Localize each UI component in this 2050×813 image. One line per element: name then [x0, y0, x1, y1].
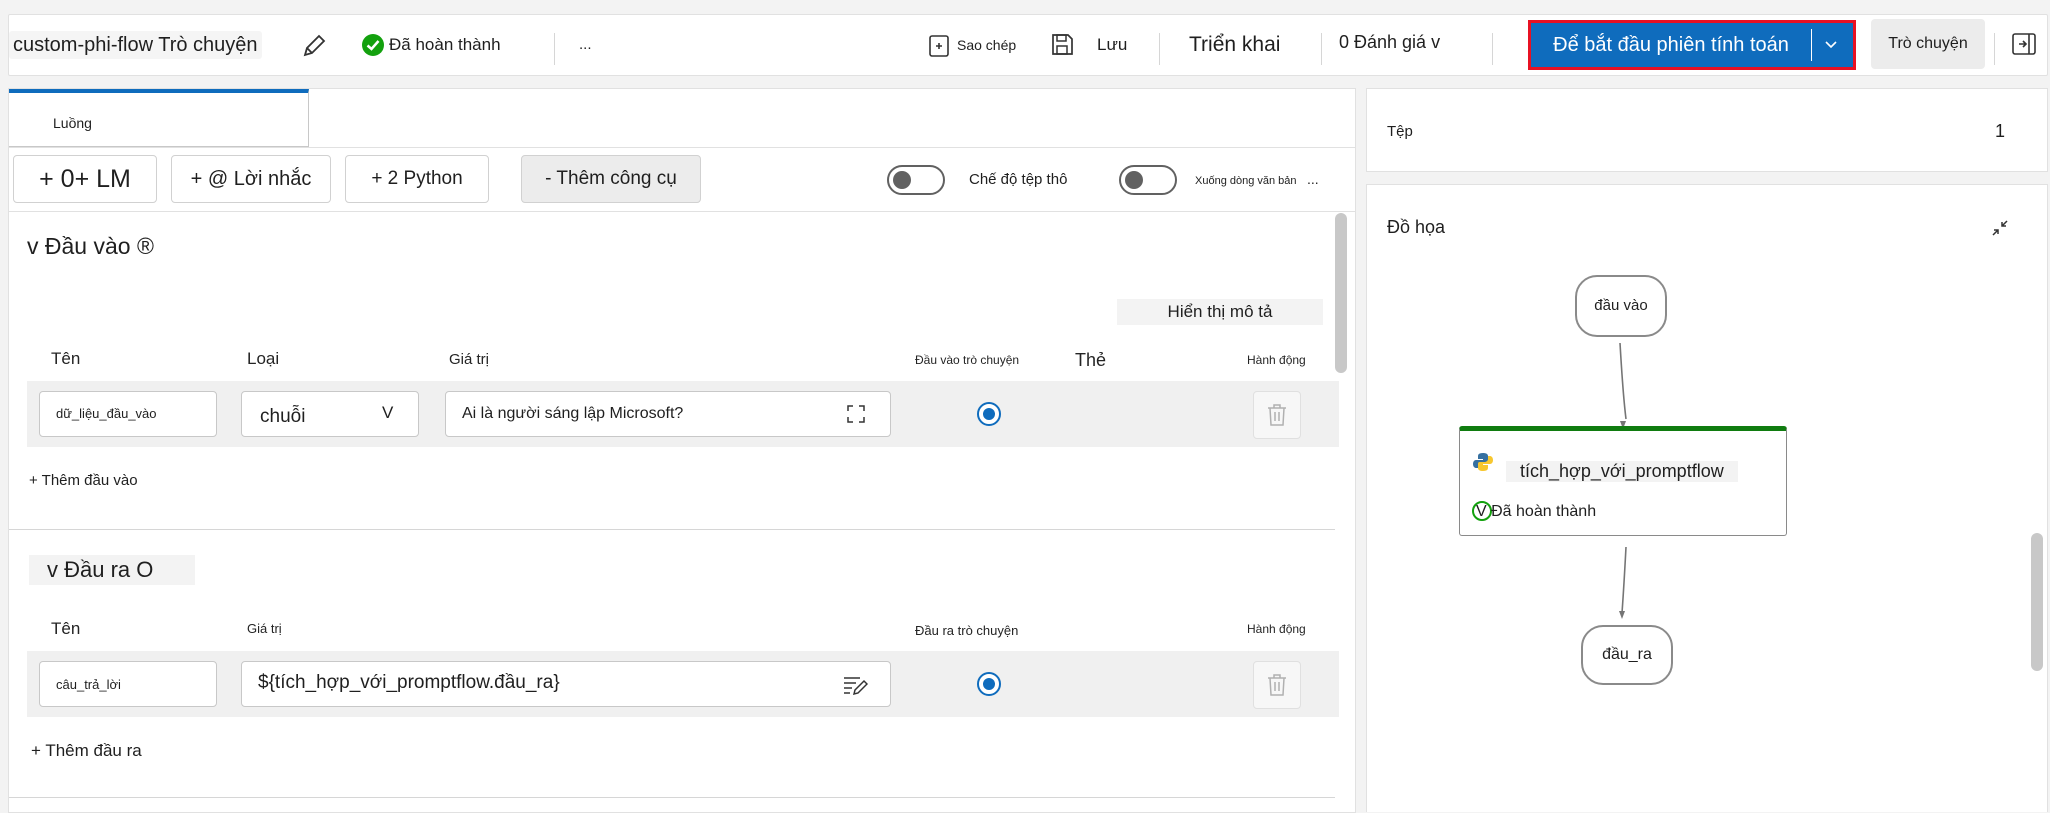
divider — [9, 797, 1335, 798]
clone-button[interactable]: Sao chép — [957, 15, 1016, 75]
files-panel: Tệp 1 — [1366, 88, 2048, 172]
graph-panel: Đồ họa đầu vào tích_hợp_với_promptflow V… — [1366, 184, 2048, 812]
divider — [554, 33, 555, 65]
copy-icon[interactable] — [927, 33, 953, 64]
divider — [1159, 33, 1160, 65]
tool-node-label: tích_hợp_với_promptflow — [1506, 461, 1738, 482]
divider — [1811, 29, 1812, 61]
raw-file-mode-toggle[interactable] — [887, 165, 945, 195]
divider — [9, 529, 1335, 530]
add-prompt-button[interactable]: + @ Lời nhắc — [171, 155, 331, 203]
column-header-actions: Hành động — [1247, 353, 1306, 367]
flow-editor-panel: Luồng + 0+ LM + @ Lời nhắc + 2 Python - … — [8, 88, 1356, 813]
files-count: 1 — [1995, 121, 2006, 141]
chat-button[interactable]: Trò chuyện — [1871, 19, 1985, 69]
trash-icon — [1266, 673, 1288, 702]
tool-node-status: V Đã hoàn thành — [1476, 503, 1597, 520]
input-name-field[interactable]: dữ_liệu_đầu_vào — [39, 391, 217, 437]
tab-flow[interactable]: Luồng — [9, 89, 309, 147]
graph-node-output[interactable]: đầu_ra — [1581, 625, 1673, 685]
evaluate-button[interactable]: 0 Đánh giá v — [1339, 12, 1440, 72]
column-header-value: Giá trị — [449, 351, 490, 368]
input-value-field[interactable]: Ai là người sáng lập Microsoft? — [445, 391, 891, 437]
column-header-actions: Hành động — [1247, 622, 1306, 636]
raw-file-mode-label: Chế độ tệp thô — [969, 171, 1068, 188]
more-menu[interactable]: ... — [579, 15, 592, 75]
status-text: Đã hoàn thành — [389, 35, 501, 54]
trash-icon — [1266, 403, 1288, 432]
divider — [9, 211, 1355, 212]
column-header-type: Loại — [247, 349, 280, 368]
column-header-chat-output: Đầu ra trò chuyện — [915, 623, 1019, 638]
add-llm-button[interactable]: + 0+ LM — [13, 155, 157, 203]
add-tool-button[interactable]: - Thêm công cụ — [521, 155, 701, 203]
edit-icon[interactable] — [842, 674, 869, 701]
chat-output-radio[interactable] — [977, 672, 1001, 696]
column-header-tags: Thẻ — [1075, 350, 1107, 370]
delete-input-button[interactable] — [1253, 391, 1301, 439]
files-label[interactable]: Tệp — [1387, 123, 1413, 140]
collapse-panel-icon[interactable] — [2011, 31, 2037, 62]
save-icon[interactable] — [1049, 31, 1075, 62]
start-compute-button[interactable]: Để bắt đầu phiên tính toán — [1528, 20, 1856, 70]
check-circle-icon — [361, 33, 385, 62]
add-python-button[interactable]: + 2 Python — [345, 155, 489, 203]
flow-title: custom-phi-flow Trò chuyện — [9, 31, 262, 59]
pencil-icon[interactable] — [299, 31, 329, 66]
column-header-name: Tên — [51, 619, 81, 638]
start-compute-label: Để bắt đầu phiên tính toán — [1553, 34, 1789, 56]
line-wrap-label: Xuống dòng văn bản — [1195, 175, 1297, 187]
graph-node-tool[interactable]: tích_hợp_với_promptflow V Đã hoàn thành — [1459, 426, 1787, 536]
column-header-value: Giá trị — [247, 621, 282, 636]
chevron-down-icon: V — [382, 403, 394, 422]
tab-label: Luồng — [53, 115, 92, 131]
top-toolbar: custom-phi-flow Trò chuyện Đã hoàn thành… — [8, 14, 2048, 76]
divider — [9, 147, 1355, 148]
show-description-button[interactable]: Hiển thị mô tả — [1117, 299, 1323, 325]
line-wrap-toggle[interactable] — [1119, 165, 1177, 195]
output-name-field[interactable]: câu_trả_lời — [39, 661, 217, 707]
divider — [1994, 33, 1995, 65]
save-button[interactable]: Lưu — [1097, 15, 1127, 75]
python-icon — [1472, 451, 1494, 478]
vertical-scrollbar[interactable] — [1335, 213, 1347, 373]
deploy-button[interactable]: Triển khai — [1189, 15, 1280, 75]
column-header-name: Tên — [51, 349, 81, 368]
outputs-section-title[interactable]: v Đầu ra O — [29, 555, 195, 585]
expand-icon[interactable] — [846, 404, 866, 429]
add-output-button[interactable]: + Thêm đầu ra — [31, 741, 142, 761]
divider — [1492, 33, 1493, 65]
output-value-field[interactable]: ${tích_hợp_với_promptflow.đầu_ra} — [241, 661, 891, 707]
graph-node-input[interactable]: đầu vào — [1575, 275, 1667, 337]
column-header-chat-input: Đầu vào trò chuyện — [915, 353, 1020, 367]
toolbar-more[interactable]: ... — [1307, 171, 1319, 187]
delete-output-button[interactable] — [1253, 661, 1301, 709]
input-type-select[interactable]: chuỗi V — [241, 391, 419, 437]
add-input-button[interactable]: + Thêm đầu vào — [29, 472, 138, 489]
divider — [1321, 33, 1322, 65]
chevron-down-icon[interactable] — [1823, 36, 1839, 57]
inputs-section-title[interactable]: v Đầu vào ® — [27, 233, 154, 260]
chat-input-radio[interactable] — [977, 402, 1001, 426]
